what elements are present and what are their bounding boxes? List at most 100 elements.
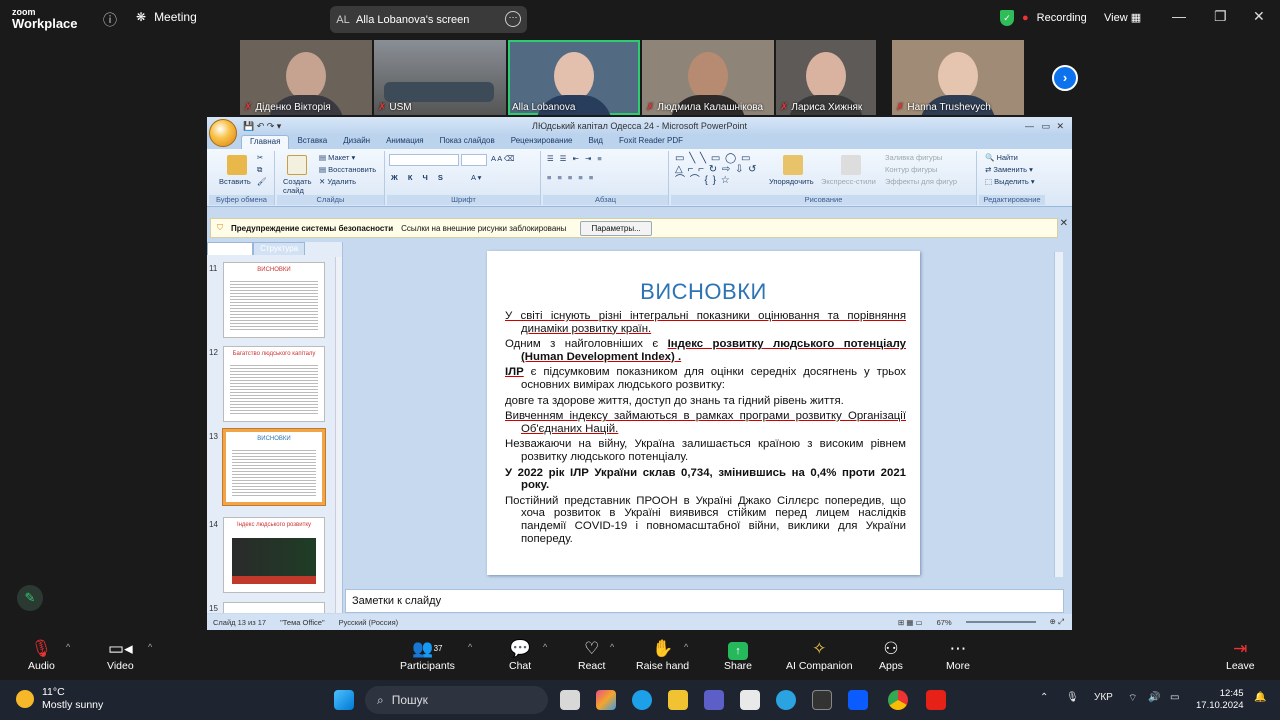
participant-tile[interactable]: ✗ Діденко Вікторія <box>240 40 372 115</box>
slide-stage: ВИСНОВКИ У світі існують різні інтеграль… <box>345 242 1064 587</box>
participant-name-text: Лариса Хижняк <box>791 102 863 113</box>
participants-icon: 👥37 <box>412 639 443 658</box>
slide-title: ВИСНОВКИ <box>640 279 767 304</box>
view-buttons[interactable]: ⊞ ▦ ▭ <box>898 618 923 627</box>
participant-tile[interactable]: ✗ Лариса Хижняк <box>776 40 876 115</box>
status-zoom[interactable]: 67% <box>937 618 952 627</box>
more-button[interactable]: ⋯ More <box>946 638 970 672</box>
tray-language[interactable]: УКР <box>1094 692 1113 703</box>
raise-hand-button[interactable]: ✋ Raise hand <box>636 638 689 672</box>
participants-caret-icon[interactable]: ^ <box>468 642 472 652</box>
thumb-number: 13 <box>209 432 218 441</box>
audio-button[interactable]: 🎙 Audio <box>28 638 55 672</box>
tray-chevron-icon[interactable]: ⌃ <box>1040 692 1048 703</box>
maximize-icon[interactable]: ❐ <box>1214 8 1227 25</box>
participant-tile[interactable]: ✗ Hanna Trushevych <box>892 40 1024 115</box>
office-button-icon[interactable] <box>209 119 237 147</box>
edge-icon[interactable] <box>632 690 652 710</box>
slide-paragraph: Незважаючи на війну, Україна залишається… <box>505 438 906 463</box>
zoom-top-bar: zoom Workplace ⓘ ❋ Meeting AL Alla Loban… <box>0 0 1280 40</box>
react-button[interactable]: ♡ React <box>578 638 605 672</box>
chrome-icon[interactable] <box>888 690 908 710</box>
next-page-icon[interactable]: › <box>1052 65 1078 91</box>
close-icon[interactable]: ✕ <box>1253 8 1265 25</box>
minimize-icon[interactable]: — <box>1172 8 1186 24</box>
p2-lead: Одним з найголовніших є <box>505 338 668 351</box>
tab-outline[interactable]: Структура <box>253 242 306 255</box>
slide-scrollbar[interactable] <box>1054 252 1063 577</box>
audio-caret-icon[interactable]: ^ <box>66 642 70 652</box>
slide-paragraph: довге та здорове життя, доступ до знань … <box>505 394 844 407</box>
tab-slides[interactable]: Слайды <box>207 242 254 255</box>
thumb-number: 12 <box>209 348 218 357</box>
shield-info-icon[interactable]: ⓘ <box>103 10 117 30</box>
chat-caret-icon[interactable]: ^ <box>543 642 547 652</box>
recording-indicator[interactable]: ✓ ● Recording <box>1000 10 1087 26</box>
participant-tile-active[interactable]: Alla Lobanova <box>508 40 640 115</box>
screen-label: Alla Lobanova's screen <box>356 13 470 26</box>
fit-icon[interactable]: ⊕ ⤢ <box>1050 617 1064 627</box>
volume-icon[interactable]: 🔊 <box>1148 692 1160 703</box>
thumb-title: ВИСНОВКИ <box>257 436 291 442</box>
zoom-logo: zoom Workplace <box>12 7 78 30</box>
zoom-taskbar-icon[interactable] <box>848 690 868 710</box>
view-menu[interactable]: View ▦ <box>1104 11 1141 24</box>
clock[interactable]: 12:45 17.10.2024 <box>1196 688 1244 712</box>
share-button[interactable]: ↑ Share <box>724 638 752 672</box>
youtube-icon[interactable] <box>926 690 946 710</box>
current-slide[interactable]: ВИСНОВКИ У світі існують різні інтеграль… <box>487 251 920 575</box>
wifi-icon[interactable]: ⌔ <box>1128 692 1137 705</box>
file-explorer-icon[interactable] <box>668 690 688 710</box>
leave-button[interactable]: ⇥ Leave <box>1226 638 1255 672</box>
meeting-label: Meeting <box>154 10 197 24</box>
slide-thumbnail[interactable] <box>223 602 325 613</box>
copilot-icon[interactable] <box>596 690 616 710</box>
notes-pane[interactable]: Заметки к слайду <box>345 589 1064 613</box>
shared-screen-pill[interactable]: AL Alla Lobanova's screen ··· <box>330 6 527 33</box>
notification-bell-icon[interactable]: 🔔 <box>1254 692 1266 703</box>
share-label: Share <box>724 660 753 672</box>
store-icon[interactable] <box>740 690 760 710</box>
meeting-menu[interactable]: ❋ Meeting <box>136 10 197 24</box>
weather-widget[interactable]: 11°C Mostly sunny <box>16 686 103 712</box>
terminal-icon[interactable] <box>812 690 832 710</box>
start-icon[interactable] <box>334 690 354 710</box>
pane-scrollbar[interactable] <box>335 257 342 613</box>
apps-button[interactable]: ⚇ Apps <box>879 638 903 672</box>
participant-tile[interactable]: ✗ USM <box>374 40 506 115</box>
raise-hand-caret-icon[interactable]: ^ <box>684 642 688 652</box>
slide-thumbnail-selected[interactable]: ВИСНОВКИ <box>222 428 326 506</box>
screen-avatar: AL <box>336 13 350 26</box>
react-caret-icon[interactable]: ^ <box>610 642 614 652</box>
mic-muted-icon: ✗ <box>244 102 253 113</box>
taskbar-search[interactable]: ⌕ Пошук <box>365 686 548 714</box>
participants-button[interactable]: 👥37 Participants <box>400 638 455 672</box>
battery-icon[interactable]: ▭ <box>1170 692 1179 703</box>
paw-icon: ❋ <box>136 10 147 24</box>
participant-strip: ✗ Діденко Вікторія ✗ USM Alla Lobanova ✗ Лю… <box>240 40 1024 115</box>
video-button[interactable]: ▭◂ Video <box>107 638 134 672</box>
telegram-icon[interactable] <box>776 690 796 710</box>
ai-companion-button[interactable]: ✧ AI Companion <box>786 638 853 672</box>
slide-paragraph: Одним з найголовніших є Індекс розвитку … <box>505 338 906 363</box>
thumb-text-lines <box>232 448 316 496</box>
slide-thumbnail[interactable]: Багатство людського капіталу <box>223 346 325 422</box>
slide-thumbnail[interactable]: Індекс людського розвитку <box>223 517 325 593</box>
status-language: Русский (Россия) <box>338 617 399 627</box>
chat-button[interactable]: 💬 Chat <box>509 638 531 672</box>
slide-thumbnail[interactable]: ВИСНОВКИ <box>223 262 325 338</box>
participant-tile[interactable]: ✗ Людмила Калашнікова <box>642 40 774 115</box>
zoom-slider[interactable] <box>965 621 1036 623</box>
clock-time: 12:45 <box>1219 688 1244 699</box>
tray-mic-icon[interactable]: 🎙 <box>1066 692 1079 703</box>
more-options-icon[interactable]: ··· <box>505 11 521 27</box>
task-view-icon[interactable] <box>560 690 580 710</box>
teams-icon[interactable] <box>704 690 724 710</box>
annotate-pencil-icon[interactable]: ✎ <box>17 585 43 611</box>
participant-name-text: Alla Lobanova <box>512 102 576 113</box>
windows-taskbar: 11°C Mostly sunny ⌕ Пошук ⌃ 🎙 УКР ⌔ 🔊 ▭ … <box>0 680 1280 720</box>
video-caret-icon[interactable]: ^ <box>148 642 152 652</box>
heart-icon: ♡ <box>584 639 600 658</box>
p3-abbr: ІЛР <box>505 366 524 379</box>
react-label: React <box>578 660 606 672</box>
